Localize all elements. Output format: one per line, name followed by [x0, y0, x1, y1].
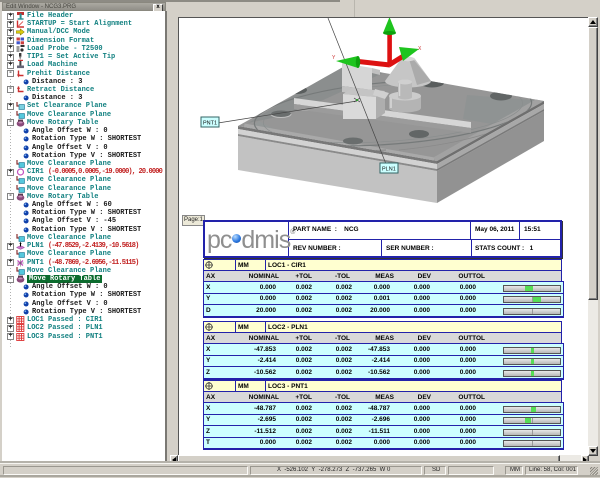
svg-text:PNT1: PNT1 [203, 121, 217, 127]
svg-text:X: X [418, 46, 422, 52]
svg-text:PLN1: PLN1 [382, 167, 396, 173]
svg-text:Y: Y [332, 55, 336, 61]
